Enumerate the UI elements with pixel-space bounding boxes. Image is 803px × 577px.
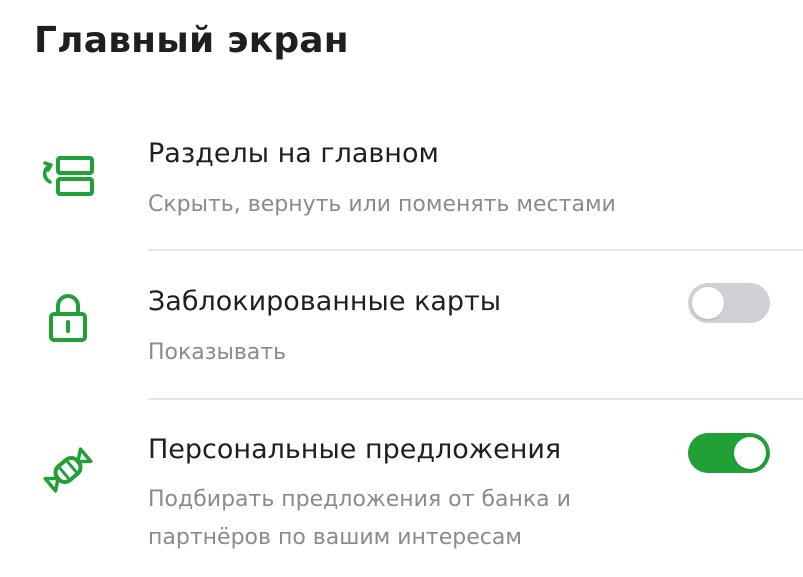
row-title: Персональные предложения [148, 434, 562, 465]
toggle-knob [692, 287, 724, 319]
blocked-cards-toggle[interactable] [688, 283, 770, 323]
personal-offers-toggle[interactable] [688, 433, 770, 473]
toggle-knob [734, 437, 766, 469]
candy-icon [38, 440, 98, 500]
row-subtitle-line-2: партнёров по вашим интересам [148, 525, 522, 550]
page-title: Главный экран [34, 20, 349, 61]
row-title: Разделы на главном [148, 138, 439, 169]
row-subtitle-line-1: Подбирать предложения от банка и [148, 487, 571, 512]
row-subtitle: Скрыть, вернуть или поменять местами [148, 192, 616, 217]
lock-icon [38, 288, 98, 348]
settings-row-blocked-cards[interactable]: Заблокированные карты Показывать [0, 270, 803, 395]
settings-row-personal-offers[interactable]: Персональные предложения Подбирать предл… [0, 420, 803, 577]
sections-reorder-icon [38, 146, 98, 206]
row-subtitle: Показывать [148, 340, 287, 365]
row-title: Заблокированные карты [148, 286, 502, 317]
divider [148, 249, 803, 251]
settings-row-sections[interactable]: Разделы на главном Скрыть, вернуть или п… [0, 130, 803, 250]
divider [148, 398, 803, 400]
